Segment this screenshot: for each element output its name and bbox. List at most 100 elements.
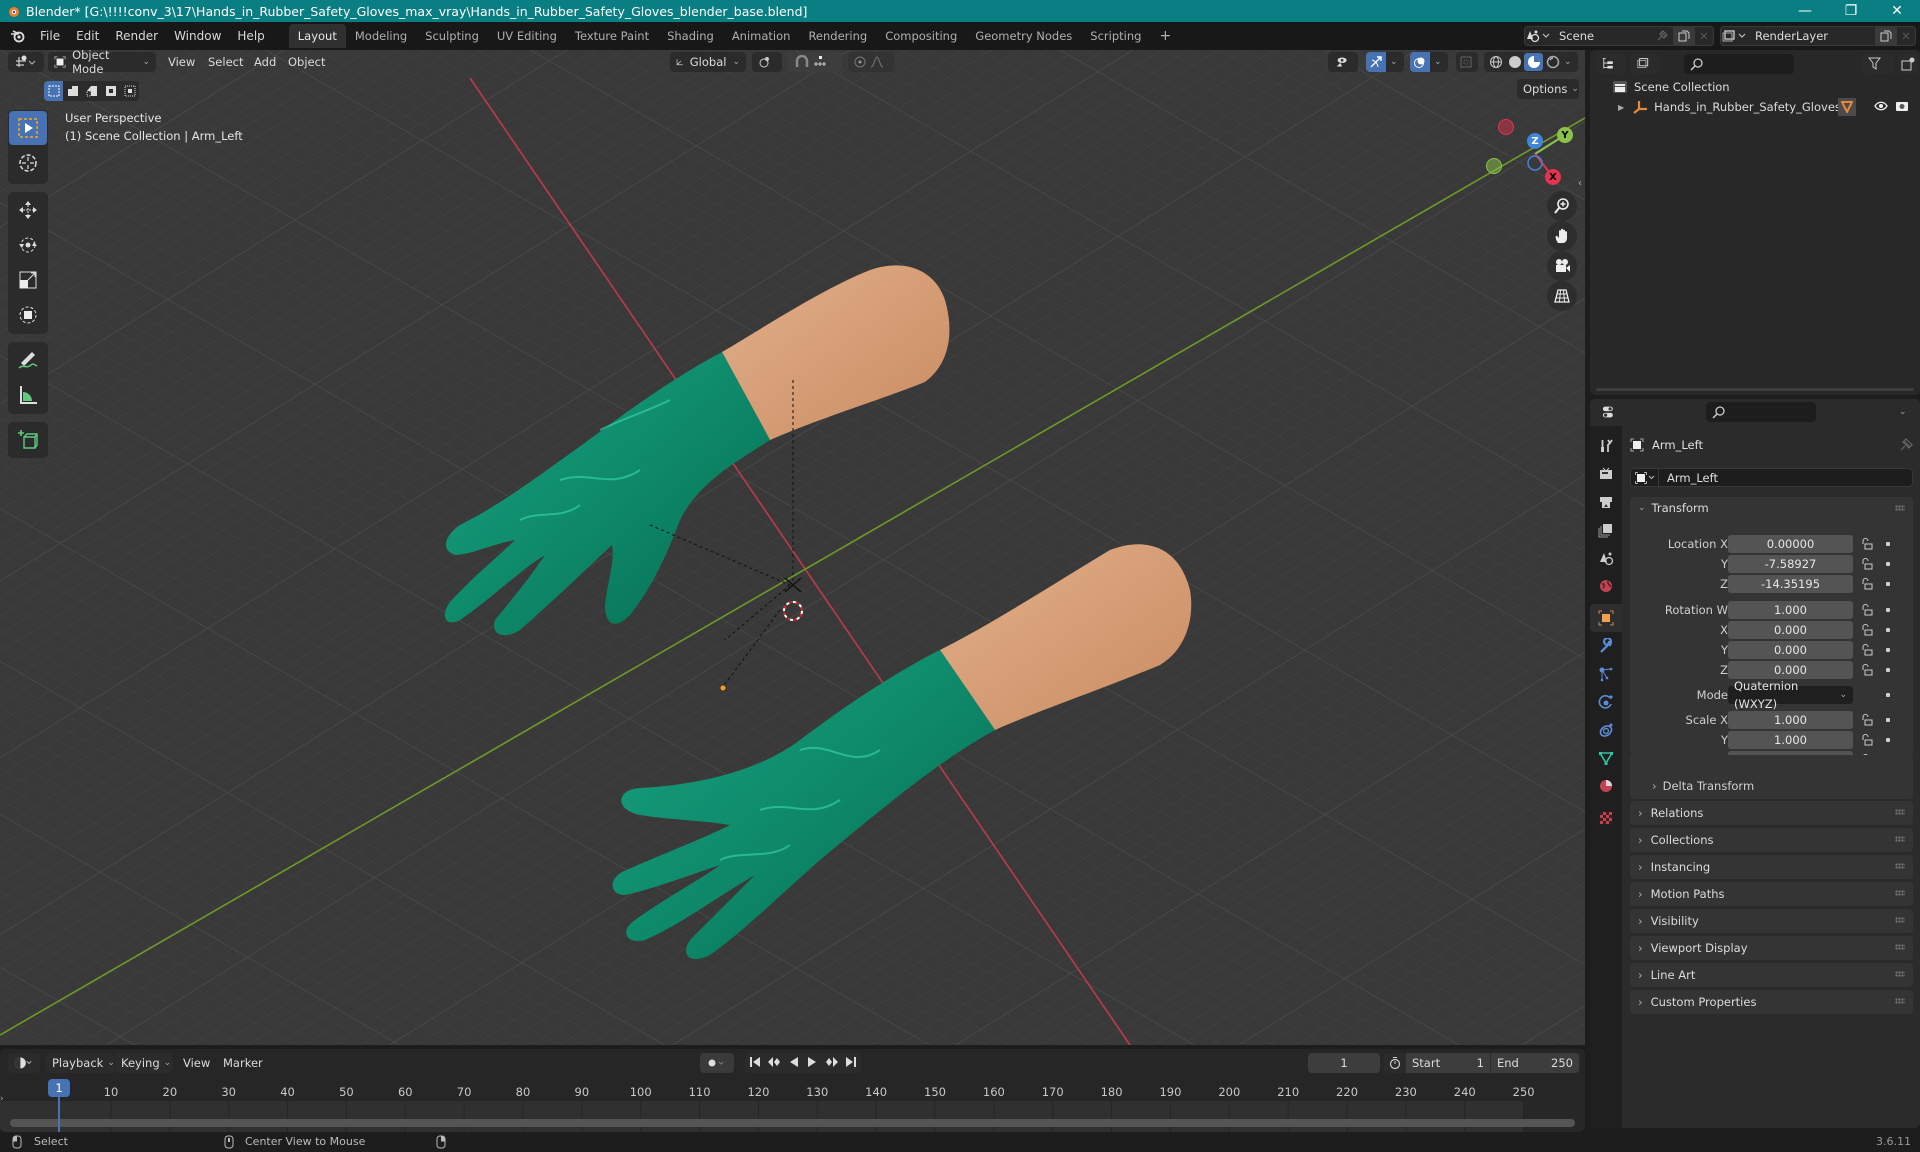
- line-art-panel[interactable]: › Line Art: [1630, 963, 1913, 987]
- menu-help[interactable]: Help: [229, 25, 272, 47]
- drag-handle-icon[interactable]: [1895, 998, 1905, 1004]
- view-layer-selector[interactable]: RenderLayer ✕: [1720, 26, 1916, 46]
- object-data-icon[interactable]: [1838, 98, 1856, 116]
- keyframe-dot-icon[interactable]: [1886, 648, 1890, 652]
- keyframe-dot-icon[interactable]: [1886, 608, 1890, 612]
- rotation-w-field[interactable]: 1.000: [1728, 601, 1853, 619]
- select-extend-button[interactable]: [63, 81, 82, 101]
- location-y-field[interactable]: -7.58927: [1728, 555, 1853, 573]
- lock-icon[interactable]: [1861, 664, 1873, 676]
- outliner-scrollbar[interactable]: [1596, 388, 1914, 391]
- tab-rendering[interactable]: Rendering: [799, 24, 876, 48]
- keyframe-dot-icon[interactable]: [1886, 582, 1890, 586]
- pan-view-button[interactable]: [1547, 221, 1577, 251]
- drag-handle-icon[interactable]: [1895, 505, 1905, 511]
- filter-button[interactable]: [1862, 54, 1894, 74]
- object-name-field[interactable]: Arm_Left: [1630, 468, 1913, 487]
- tool-transform[interactable]: [9, 298, 47, 332]
- menu-edit[interactable]: Edit: [68, 25, 107, 47]
- visibility-panel[interactable]: › Visibility: [1630, 909, 1913, 933]
- camera-view-button[interactable]: [1547, 251, 1577, 281]
- rendered-shading-button[interactable]: [1543, 53, 1562, 71]
- lock-icon[interactable]: [1861, 644, 1873, 656]
- lock-icon[interactable]: [1861, 578, 1873, 590]
- display-mode-selector[interactable]: [1630, 54, 1660, 74]
- xray-toggle[interactable]: [1456, 52, 1478, 72]
- tab-scripting[interactable]: Scripting: [1081, 24, 1150, 48]
- menu-select[interactable]: Select: [208, 52, 243, 72]
- keyframe-dot-icon[interactable]: [1886, 693, 1890, 697]
- tab-view-layer[interactable]: [1590, 516, 1622, 544]
- new-view-layer-button[interactable]: [1875, 27, 1897, 45]
- outliner-scene-collection[interactable]: Scene Collection: [1612, 78, 1730, 96]
- outliner-editor-type[interactable]: [1596, 54, 1626, 74]
- keyframe-dot-icon[interactable]: [1886, 738, 1890, 742]
- tab-tool[interactable]: [1590, 432, 1622, 460]
- motion-paths-panel[interactable]: › Motion Paths: [1630, 882, 1913, 906]
- lock-icon[interactable]: [1861, 558, 1873, 570]
- new-scene-button[interactable]: [1673, 27, 1695, 45]
- keyframe-dot-icon[interactable]: [1886, 628, 1890, 632]
- tab-geometry-nodes[interactable]: Geometry Nodes: [966, 24, 1081, 48]
- viewport-display-panel[interactable]: › Viewport Display: [1630, 936, 1913, 960]
- snap-toggle[interactable]: [788, 52, 842, 72]
- outliner-row[interactable]: ▶ Hands_in_Rubber_Safety_Gloves: [1590, 97, 1920, 117]
- maximize-button[interactable]: ❐: [1828, 0, 1874, 22]
- outliner-search-input[interactable]: [1684, 54, 1794, 74]
- use-preview-range-icon[interactable]: [1384, 1056, 1406, 1070]
- expand-arrow-icon[interactable]: ▶: [1618, 103, 1624, 112]
- menu-view[interactable]: View: [168, 52, 195, 72]
- material-preview-button[interactable]: [1524, 53, 1543, 71]
- tab-texture-paint[interactable]: Texture Paint: [566, 24, 658, 48]
- tab-scene[interactable]: [1590, 544, 1622, 572]
- tab-world[interactable]: [1590, 572, 1622, 600]
- overlays-toggle[interactable]: ⌄: [1410, 52, 1448, 72]
- tab-uv-editing[interactable]: UV Editing: [488, 24, 566, 48]
- solid-shading-button[interactable]: [1505, 53, 1524, 71]
- lock-icon[interactable]: [1861, 538, 1873, 550]
- properties-editor-type[interactable]: [1596, 402, 1626, 422]
- timeline-editor-type[interactable]: [8, 1053, 40, 1073]
- scale-x-field[interactable]: 1.000: [1728, 711, 1853, 729]
- play-reverse-icon[interactable]: [788, 1056, 800, 1071]
- current-frame-field[interactable]: 1: [1308, 1053, 1380, 1073]
- visibility-eye-icon[interactable]: [1874, 100, 1888, 115]
- rotation-y-field[interactable]: 0.000: [1728, 641, 1853, 659]
- render-camera-icon[interactable]: [1895, 100, 1909, 115]
- object-type-selector[interactable]: [1631, 469, 1659, 486]
- tool-annotate[interactable]: [9, 343, 47, 377]
- drag-handle-icon[interactable]: [1895, 971, 1905, 977]
- drag-handle-icon[interactable]: [1895, 836, 1905, 842]
- tab-compositing[interactable]: Compositing: [876, 24, 966, 48]
- instancing-panel[interactable]: › Instancing: [1630, 855, 1913, 879]
- menu-window[interactable]: Window: [166, 25, 229, 47]
- tab-output[interactable]: [1590, 488, 1622, 516]
- 3d-viewport[interactable]: Object Mode ⌄ View Select Add Object Glo…: [0, 50, 1585, 1045]
- pin-icon[interactable]: [1655, 29, 1669, 43]
- keyframe-dot-icon[interactable]: [1886, 562, 1890, 566]
- select-new-button[interactable]: [44, 81, 63, 101]
- shading-chevron-down-icon[interactable]: ⌄: [1564, 57, 1572, 67]
- drag-handle-icon[interactable]: [1895, 944, 1905, 950]
- start-frame-field[interactable]: Start 1: [1406, 1053, 1490, 1073]
- playback-menu[interactable]: Playback ⌄: [46, 1053, 115, 1073]
- mode-selector[interactable]: Object Mode ⌄: [48, 50, 156, 76]
- gizmo-x-ball[interactable]: X: [1545, 169, 1561, 185]
- relations-panel[interactable]: › Relations: [1630, 801, 1913, 825]
- menu-render[interactable]: Render: [107, 25, 166, 47]
- keyframe-dot-icon[interactable]: [1886, 668, 1890, 672]
- lock-icon[interactable]: [1861, 714, 1873, 726]
- keyframe-dot-icon[interactable]: [1886, 542, 1890, 546]
- timeline-scrollbar[interactable]: [10, 1119, 1575, 1127]
- gizmo-z-ball[interactable]: Z: [1527, 133, 1543, 149]
- tab-layout[interactable]: Layout: [288, 24, 346, 48]
- drag-handle-icon[interactable]: [1895, 863, 1905, 869]
- rotation-x-field[interactable]: 0.000: [1728, 621, 1853, 639]
- sidebar-toggle[interactable]: ‹: [1578, 178, 1585, 198]
- jump-to-prev-keyframe-icon[interactable]: [767, 1056, 781, 1071]
- navigation-gizmo[interactable]: Z Y X: [1486, 114, 1575, 194]
- drag-handle-icon[interactable]: [1895, 809, 1905, 815]
- properties-options-chevron-icon[interactable]: ⌄: [1894, 402, 1914, 422]
- tab-particles[interactable]: [1590, 660, 1622, 688]
- proportional-editing-toggle[interactable]: [848, 52, 894, 72]
